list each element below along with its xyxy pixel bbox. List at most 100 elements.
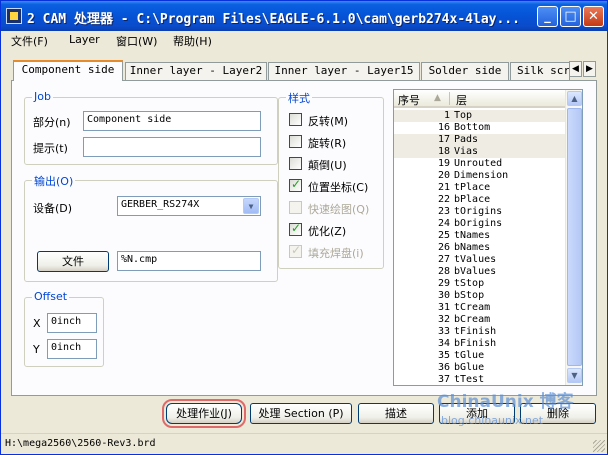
- layer-row[interactable]: 37 tTest: [394, 374, 565, 385]
- column-layer-header[interactable]: 层: [456, 92, 467, 108]
- layer-row[interactable]: 22 bPlace: [394, 194, 565, 206]
- close-button[interactable]: ✕: [583, 6, 604, 27]
- title-bar[interactable]: 2 CAM 处理器 - C:\Program Files\EAGLE-6.1.0…: [1, 1, 607, 31]
- layer-row[interactable]: 35 tGlue: [394, 350, 565, 362]
- layer-row[interactable]: 34 bFinish: [394, 338, 565, 350]
- layer-row[interactable]: 32 bCream: [394, 314, 565, 326]
- prompt-input[interactable]: [83, 137, 261, 157]
- layer-name: Top: [454, 110, 473, 121]
- layer-row[interactable]: 33 tFinish: [394, 326, 565, 338]
- layer-row[interactable]: 29 tStop: [394, 278, 565, 290]
- scroll-up-icon[interactable]: ▲: [567, 91, 582, 106]
- layer-row[interactable]: 26 bNames: [394, 242, 565, 254]
- layer-name: tOrigins: [454, 206, 503, 217]
- layer-number: 23: [437, 206, 450, 217]
- menu-window[interactable]: 窗口(W): [116, 33, 157, 49]
- watermark-logo: ChinaUnix 博客: [437, 392, 574, 412]
- layer-row[interactable]: 27 tValues: [394, 254, 565, 266]
- layer-number: 24: [437, 218, 450, 229]
- layer-name: bStop: [454, 290, 485, 301]
- layer-row[interactable]: 25 tNames: [394, 230, 565, 242]
- layer-number: 32: [437, 314, 450, 325]
- layer-number: 1: [443, 110, 450, 121]
- mirror-label: 反转(M): [308, 115, 349, 128]
- layer-list-scrollbar[interactable]: ▲ ▼: [565, 90, 582, 385]
- watermark-url: blog.chinaunix.net: [441, 414, 544, 427]
- layer-row[interactable]: 19 Unrouted: [394, 158, 565, 170]
- chevron-down-icon[interactable]: ▼: [243, 198, 259, 214]
- layer-row[interactable]: 31 tCream: [394, 302, 565, 314]
- layer-number: 30: [437, 290, 450, 301]
- layer-number: 22: [437, 194, 450, 205]
- device-label: 设备(D): [33, 202, 73, 215]
- cam-processor-window: 2 CAM 处理器 - C:\Program Files\EAGLE-6.1.0…: [0, 0, 608, 455]
- output-legend: 输出(O): [32, 173, 76, 189]
- menu-bar: 文件(F) Layer 窗口(W) 帮助(H): [1, 31, 607, 50]
- optimize-label: 优化(Z): [308, 225, 347, 238]
- layer-list-header: 序号 ▲ 层: [394, 90, 565, 108]
- layer-row[interactable]: 24 bOrigins: [394, 218, 565, 230]
- section-label: 部分(n): [33, 116, 71, 129]
- optimize-checkbox[interactable]: [289, 221, 302, 236]
- layer-row[interactable]: 21 tPlace: [394, 182, 565, 194]
- column-number-header[interactable]: 序号: [398, 92, 420, 108]
- layer-name: bFinish: [454, 338, 497, 349]
- menu-layer[interactable]: Layer: [69, 33, 100, 46]
- process-section-button[interactable]: 处理 Section (P): [250, 403, 352, 424]
- process-job-button[interactable]: 处理作业(J): [162, 399, 246, 428]
- window-title: 2 CAM 处理器 - C:\Program Files\EAGLE-6.1.0…: [27, 12, 520, 27]
- section-input[interactable]: Component side: [83, 111, 261, 131]
- layer-row[interactable]: 18 Vias: [394, 146, 565, 158]
- file-button[interactable]: 文件: [37, 251, 109, 272]
- describe-button[interactable]: 描述: [358, 403, 434, 424]
- maximize-button[interactable]: □: [560, 6, 581, 27]
- layer-row[interactable]: 23 tOrigins: [394, 206, 565, 218]
- minimize-button[interactable]: _: [537, 6, 558, 27]
- header-divider[interactable]: [449, 92, 450, 105]
- style-group: 样式 反转(M) 旋转(R) 颠倒(U) 位置坐标(C) 快速绘图(Q): [278, 90, 384, 269]
- layer-row[interactable]: 36 bGlue: [394, 362, 565, 374]
- layer-number: 19: [437, 158, 450, 169]
- layer-name: Unrouted: [454, 158, 503, 169]
- tab-inner-layer15[interactable]: Inner layer - Layer15: [268, 62, 420, 80]
- tab-scroll-right-icon[interactable]: ▶: [583, 61, 596, 77]
- offset-group: Offset X 0inch Y 0inch: [24, 290, 104, 367]
- scroll-down-icon[interactable]: ▼: [567, 368, 582, 383]
- resize-grip-icon[interactable]: [593, 440, 605, 452]
- mirror-checkbox[interactable]: [289, 113, 302, 126]
- menu-file[interactable]: 文件(F): [11, 33, 48, 49]
- layer-number: 25: [437, 230, 450, 241]
- layer-number: 21: [437, 182, 450, 193]
- rotate-checkbox[interactable]: [289, 135, 302, 148]
- offset-y-input[interactable]: 0inch: [47, 339, 97, 359]
- layer-row[interactable]: 20 Dimension: [394, 170, 565, 182]
- pos-coord-checkbox[interactable]: [289, 177, 302, 192]
- layer-name: bOrigins: [454, 218, 503, 229]
- file-input[interactable]: %N.cmp: [117, 251, 261, 271]
- tab-inner-layer2[interactable]: Inner layer - Layer2: [125, 62, 267, 80]
- layer-name: Vias: [454, 146, 479, 157]
- tab-scroll-left-icon[interactable]: ◀: [569, 61, 582, 77]
- scrollbar-thumb[interactable]: [567, 108, 582, 366]
- tab-silk-screen[interactable]: Silk scr: [510, 62, 570, 80]
- offset-x-input[interactable]: 0inch: [47, 313, 97, 333]
- layer-number: 27: [437, 254, 450, 265]
- layer-row[interactable]: 30 bStop: [394, 290, 565, 302]
- fill-pads-checkbox: [289, 243, 302, 258]
- layer-number: 28: [437, 266, 450, 277]
- output-group: 输出(O) 设备(D) GERBER_RS274X ▼ 文件 %N.cmp: [24, 173, 278, 282]
- layer-number: 33: [437, 326, 450, 337]
- job-group: Job 部分(n) Component side 提示(t): [24, 90, 278, 165]
- device-select[interactable]: GERBER_RS274X ▼: [117, 196, 261, 216]
- layer-row[interactable]: 1 Top: [394, 110, 565, 122]
- layer-list[interactable]: 序号 ▲ 层 1 Top 16 Bottom 17 Pads 18 Vias 19 Unroute…: [393, 89, 583, 386]
- section-tabs: Component side Inner layer - Layer2 Inne…: [11, 60, 597, 81]
- tab-component-side[interactable]: Component side: [13, 60, 123, 81]
- layer-number: 29: [437, 278, 450, 289]
- upside-down-checkbox[interactable]: [289, 157, 302, 170]
- menu-help[interactable]: 帮助(H): [173, 33, 212, 49]
- layer-row[interactable]: 28 bValues: [394, 266, 565, 278]
- layer-row[interactable]: 16 Bottom: [394, 122, 565, 134]
- tab-solder-side[interactable]: Solder side: [421, 62, 509, 80]
- layer-row[interactable]: 17 Pads: [394, 134, 565, 146]
